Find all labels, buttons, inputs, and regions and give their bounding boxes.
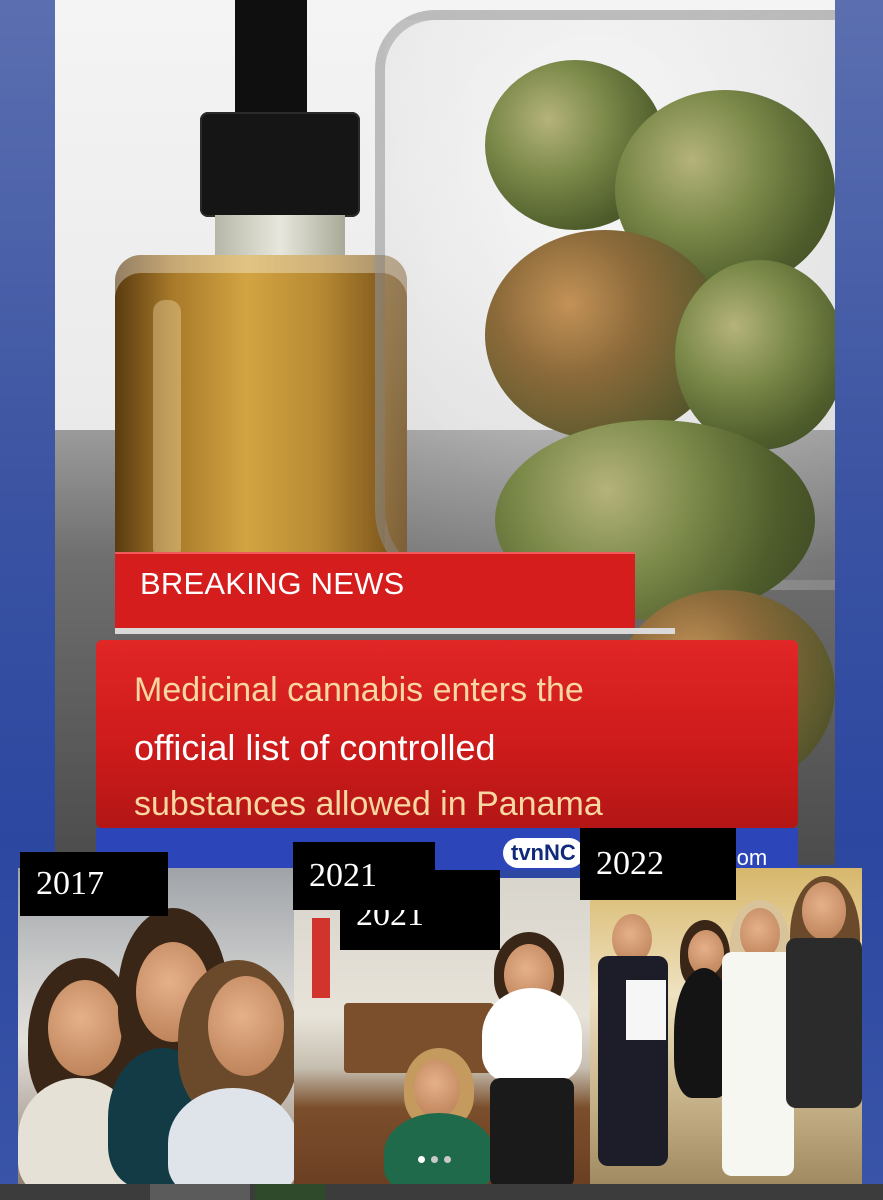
carousel-dot[interactable]: [418, 1156, 425, 1163]
year-label-2022: 2022: [580, 828, 736, 900]
bottom-thumbnail-strip: [0, 1184, 883, 1200]
bottle-shine: [153, 300, 181, 560]
cannabis-bud: [675, 260, 835, 450]
person-face: [802, 882, 846, 940]
person-face: [48, 980, 122, 1076]
headline-line-1: Medicinal cannabis enters the: [134, 671, 584, 709]
breaking-news-label: BREAKING NEWS: [140, 566, 405, 601]
thumbnail[interactable]: [150, 1184, 250, 1200]
carousel-dot[interactable]: [431, 1156, 438, 1163]
person-face: [208, 976, 284, 1076]
person-body: [722, 952, 794, 1176]
carousel-dots: [418, 1156, 451, 1163]
photo-2022: [590, 868, 862, 1184]
headline-line-3: substances allowed in Panama: [134, 785, 603, 823]
dropper-cap: [200, 112, 360, 217]
tvn-logo: tvnNC: [503, 838, 584, 868]
dropper-tip: [235, 0, 307, 120]
person-pants: [490, 1078, 574, 1184]
document: [626, 980, 666, 1040]
person-body: [482, 988, 582, 1083]
tvn-logo-text: tvn: [511, 840, 544, 865]
tvn-logo-suffix: NC: [544, 840, 576, 865]
person-face: [414, 1060, 460, 1118]
thumbnail[interactable]: [255, 1184, 325, 1200]
year-label-2017: 2017: [20, 852, 168, 916]
person-body: [384, 1113, 494, 1184]
headline: Medicinal cannabis enters the official l…: [134, 662, 774, 833]
flag: [312, 918, 330, 998]
person-body: [786, 938, 862, 1108]
year-label-2021: 2021: [293, 842, 435, 910]
carousel-dot[interactable]: [444, 1156, 451, 1163]
banner-underline: [115, 628, 675, 634]
headline-line-2: official list of controlled: [134, 727, 496, 768]
